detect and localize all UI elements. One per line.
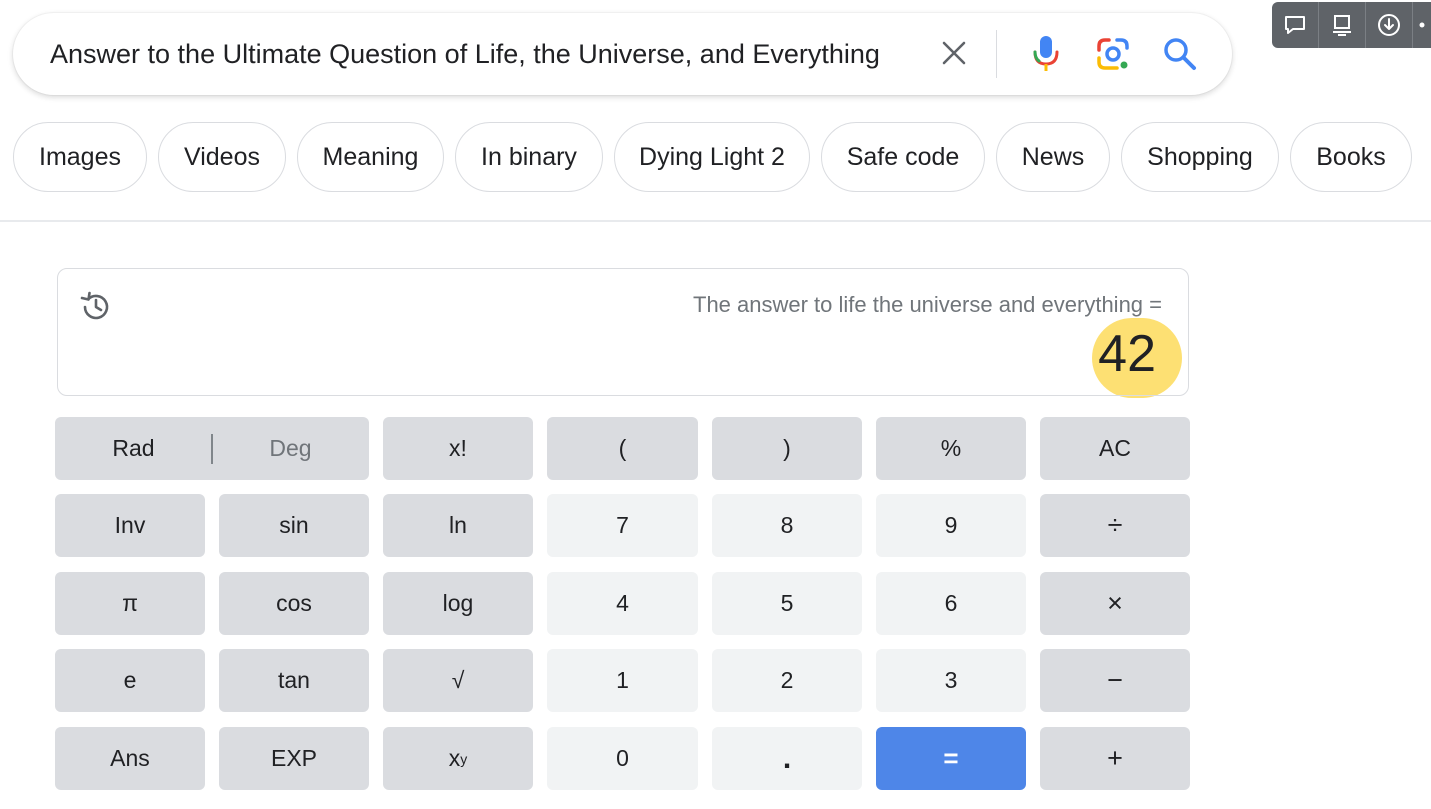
chip-news[interactable]: News xyxy=(996,122,1110,192)
calculator-expression: The answer to life the universe and ever… xyxy=(693,292,1162,317)
power-key[interactable]: xy xyxy=(383,727,533,790)
digit-1-key[interactable]: 1 xyxy=(547,649,698,712)
minus-key[interactable]: − xyxy=(1040,649,1190,712)
more-button[interactable] xyxy=(1413,2,1431,48)
ln-key[interactable]: ln xyxy=(383,494,533,557)
screen-button[interactable] xyxy=(1319,2,1366,48)
open-paren-key[interactable]: ( xyxy=(547,417,698,480)
decimal-key[interactable]: . xyxy=(712,727,862,790)
log-key[interactable]: log xyxy=(383,572,533,635)
plus-key[interactable]: + xyxy=(1040,727,1190,790)
search-icon xyxy=(1164,38,1196,70)
close-paren-key[interactable]: ) xyxy=(712,417,862,480)
voice-search-button[interactable] xyxy=(1023,31,1069,77)
cos-key[interactable]: cos xyxy=(219,572,369,635)
search-bar xyxy=(13,13,1232,95)
history-button[interactable] xyxy=(76,287,116,327)
sqrt-key[interactable]: √ xyxy=(383,649,533,712)
chip-safe-code[interactable]: Safe code xyxy=(821,122,985,192)
microphone-icon xyxy=(1033,36,1059,71)
chip-meaning[interactable]: Meaning xyxy=(297,122,444,192)
angle-mode-toggle: Rad Deg xyxy=(55,417,369,480)
clear-search-button[interactable] xyxy=(934,33,974,73)
chip-in-binary[interactable]: In binary xyxy=(455,122,603,192)
floating-toolbar xyxy=(1272,2,1431,48)
search-button[interactable] xyxy=(1157,31,1203,77)
calculator-result: 42 xyxy=(1098,325,1156,383)
digit-3-key[interactable]: 3 xyxy=(876,649,1026,712)
digit-0-key[interactable]: 0 xyxy=(547,727,698,790)
comment-button[interactable] xyxy=(1272,2,1319,48)
search-bar-divider xyxy=(996,30,997,78)
google-lens-icon xyxy=(1097,38,1129,70)
percent-key[interactable]: % xyxy=(876,417,1026,480)
power-key-exponent: y xyxy=(460,750,468,767)
screen-icon xyxy=(1333,15,1351,36)
all-clear-key[interactable]: AC xyxy=(1040,417,1190,480)
divide-key[interactable]: ÷ xyxy=(1040,494,1190,557)
power-key-base: x xyxy=(448,745,461,771)
digit-4-key[interactable]: 4 xyxy=(547,572,698,635)
sin-key[interactable]: sin xyxy=(219,494,369,557)
search-results-page: Images Videos Meaning In binary Dying Li… xyxy=(0,0,1431,809)
comment-icon xyxy=(1285,16,1305,34)
download-button[interactable] xyxy=(1366,2,1413,48)
equals-key[interactable]: = xyxy=(876,727,1026,790)
rad-button[interactable]: Rad xyxy=(55,417,212,480)
e-key[interactable]: e xyxy=(55,649,205,712)
chip-images[interactable]: Images xyxy=(13,122,147,192)
more-icon xyxy=(1419,22,1425,28)
digit-6-key[interactable]: 6 xyxy=(876,572,1026,635)
exp-key[interactable]: EXP xyxy=(219,727,369,790)
history-icon xyxy=(80,291,109,320)
ans-key[interactable]: Ans xyxy=(55,727,205,790)
digit-9-key[interactable]: 9 xyxy=(876,494,1026,557)
google-lens-button[interactable] xyxy=(1090,31,1136,77)
pi-key[interactable]: π xyxy=(55,572,205,635)
multiply-key[interactable]: × xyxy=(1040,572,1190,635)
chip-videos[interactable]: Videos xyxy=(158,122,286,192)
digit-7-key[interactable]: 7 xyxy=(547,494,698,557)
digit-2-key[interactable]: 2 xyxy=(712,649,862,712)
chip-dying-light-2[interactable]: Dying Light 2 xyxy=(614,122,810,192)
divider xyxy=(0,220,1431,222)
chip-books[interactable]: Books xyxy=(1290,122,1412,192)
calculator-display: The answer to life the universe and ever… xyxy=(57,268,1189,396)
digit-8-key[interactable]: 8 xyxy=(712,494,862,557)
factorial-key[interactable]: x! xyxy=(383,417,533,480)
tan-key[interactable]: tan xyxy=(219,649,369,712)
download-icon xyxy=(1378,14,1400,36)
inv-key[interactable]: Inv xyxy=(55,494,205,557)
chip-shopping[interactable]: Shopping xyxy=(1121,122,1279,192)
close-icon xyxy=(942,41,966,65)
digit-5-key[interactable]: 5 xyxy=(712,572,862,635)
search-input[interactable] xyxy=(50,35,930,73)
deg-button[interactable]: Deg xyxy=(212,417,369,480)
